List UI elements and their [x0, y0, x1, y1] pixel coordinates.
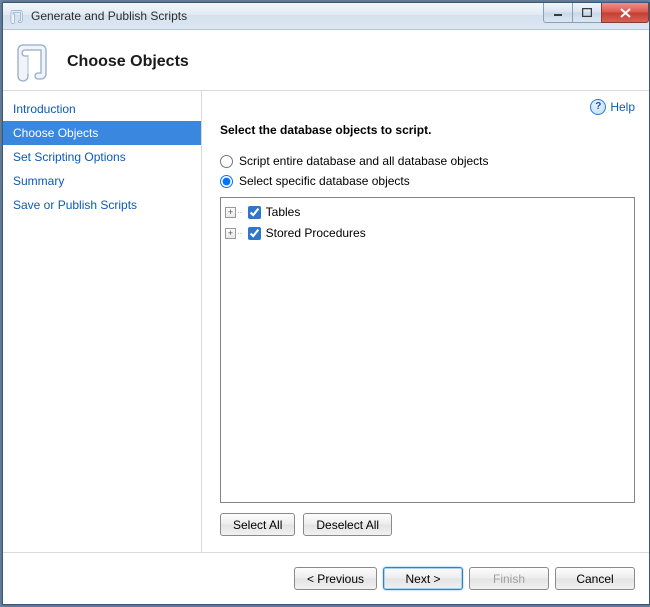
tree-connector-icon: ·· — [237, 205, 242, 220]
checkbox-stored-procedures[interactable] — [248, 227, 261, 240]
finish-button[interactable]: Finish — [469, 567, 549, 590]
minimize-button[interactable] — [543, 3, 573, 23]
radio-script-entire[interactable]: Script entire database and all database … — [220, 154, 635, 168]
tree-node-stored-procedures[interactable]: + ·· Stored Procedures — [223, 223, 632, 244]
sidebar-item-save-or-publish-scripts[interactable]: Save or Publish Scripts — [3, 193, 201, 217]
sidebar-item-summary[interactable]: Summary — [3, 169, 201, 193]
tree-node-label: Tables — [266, 205, 301, 220]
help-icon: ? — [590, 99, 606, 115]
window-controls — [544, 3, 649, 23]
help-link[interactable]: ? Help — [590, 99, 635, 115]
expand-icon[interactable]: + — [225, 228, 236, 239]
tree-connector-icon: ·· — [237, 226, 242, 241]
instruction-text: Select the database objects to script. — [220, 123, 635, 137]
scroll-icon — [17, 42, 53, 82]
sidebar-item-set-scripting-options[interactable]: Set Scripting Options — [3, 145, 201, 169]
sidebar-item-choose-objects[interactable]: Choose Objects — [3, 121, 201, 145]
window-title: Generate and Publish Scripts — [31, 9, 187, 23]
tree-node-label: Stored Procedures — [266, 226, 366, 241]
cancel-button[interactable]: Cancel — [555, 567, 635, 590]
maximize-button[interactable] — [572, 3, 602, 23]
object-tree[interactable]: + ·· Tables + ·· Stored Procedures — [220, 197, 635, 503]
close-button[interactable] — [601, 3, 649, 23]
wizard-header: Choose Objects — [3, 30, 649, 90]
selection-buttons: Select All Deselect All — [220, 513, 635, 536]
previous-button[interactable]: < Previous — [294, 567, 377, 590]
titlebar: Generate and Publish Scripts — [3, 3, 649, 30]
wizard-footer: < Previous Next > Finish Cancel — [3, 552, 649, 604]
expand-icon[interactable]: + — [225, 207, 236, 218]
wizard-body: Introduction Choose Objects Set Scriptin… — [3, 91, 649, 552]
radio-script-entire-label[interactable]: Script entire database and all database … — [239, 154, 489, 168]
page-heading: Choose Objects — [67, 53, 189, 71]
tree-node-tables[interactable]: + ·· Tables — [223, 202, 632, 223]
help-label: Help — [610, 100, 635, 114]
radio-select-specific-label[interactable]: Select specific database objects — [239, 174, 410, 188]
wizard-sidebar: Introduction Choose Objects Set Scriptin… — [3, 91, 202, 552]
deselect-all-button[interactable]: Deselect All — [303, 513, 392, 536]
radio-select-specific-input[interactable] — [220, 175, 233, 188]
wizard-window: Generate and Publish Scripts Choose Obje… — [2, 2, 650, 605]
next-button[interactable]: Next > — [383, 567, 463, 590]
sidebar-item-introduction[interactable]: Introduction — [3, 97, 201, 121]
select-all-button[interactable]: Select All — [220, 513, 295, 536]
checkbox-tables[interactable] — [248, 206, 261, 219]
radio-select-specific[interactable]: Select specific database objects — [220, 174, 635, 188]
radio-script-entire-input[interactable] — [220, 155, 233, 168]
app-scroll-icon — [9, 8, 25, 24]
wizard-content: ? Help Select the database objects to sc… — [202, 91, 649, 552]
